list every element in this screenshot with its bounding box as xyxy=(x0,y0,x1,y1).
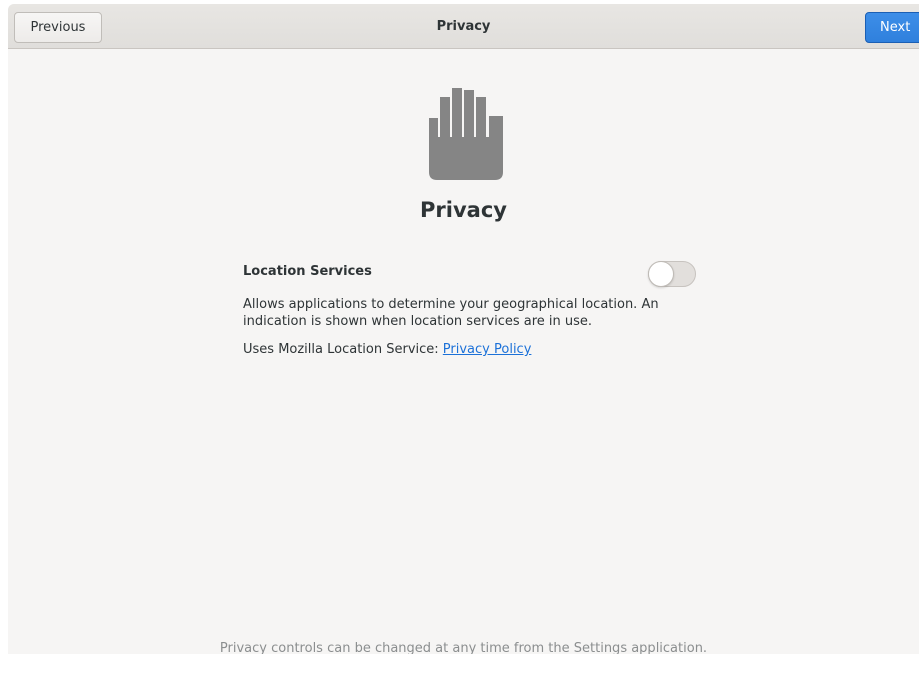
mozilla-service-line: Uses Mozilla Location Service: Privacy P… xyxy=(243,342,531,357)
header-title: Privacy xyxy=(436,19,491,34)
privacy-window: Previous Privacy Next Privacy Location S… xyxy=(8,4,919,654)
switch-knob xyxy=(648,261,674,287)
previous-button[interactable]: Previous xyxy=(14,12,102,43)
next-button[interactable]: Next xyxy=(865,12,919,43)
privacy-policy-link[interactable]: Privacy Policy xyxy=(443,342,532,357)
hand-icon xyxy=(429,88,503,180)
location-services-label: Location Services xyxy=(243,264,372,279)
location-services-switch[interactable] xyxy=(648,261,696,287)
header-bar: Previous Privacy Next xyxy=(8,4,919,49)
mozilla-service-text: Uses Mozilla Location Service: xyxy=(243,342,443,357)
page-title: Privacy xyxy=(420,198,507,222)
footer-note: Privacy controls can be changed at any t… xyxy=(219,641,708,654)
location-description: Allows applications to determine your ge… xyxy=(243,297,659,329)
